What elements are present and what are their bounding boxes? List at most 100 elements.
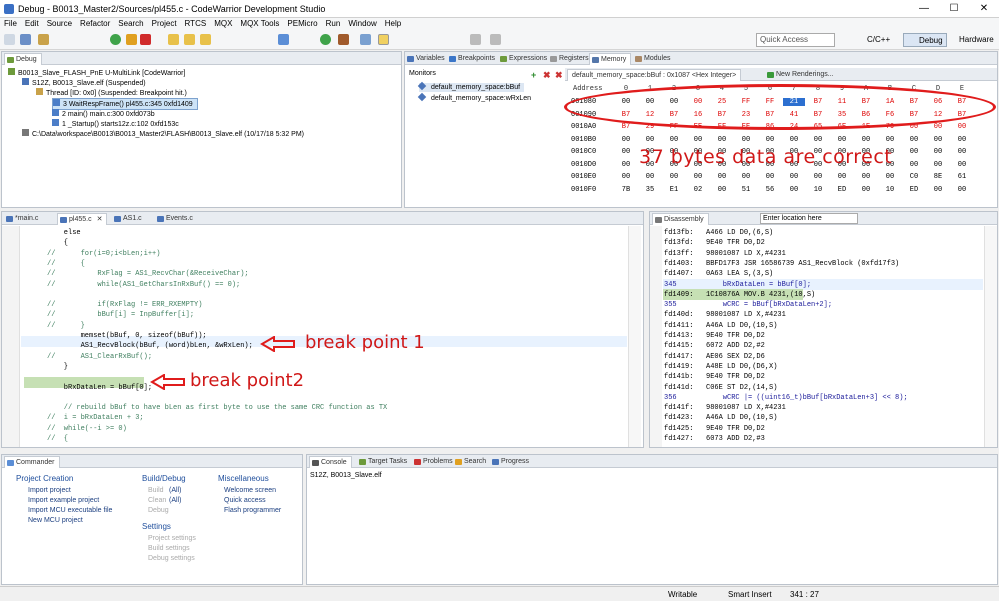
location-input[interactable]: Enter location here — [760, 213, 858, 224]
tab-main-c[interactable]: *main.c — [4, 213, 42, 225]
code-line[interactable]: // if(RxFlag != ERR_RXEMPTY) — [47, 300, 202, 310]
build-icon[interactable] — [38, 34, 49, 45]
tab-variables[interactable]: Variables — [405, 53, 449, 65]
tab-registers[interactable]: Registers — [548, 53, 593, 65]
memory-cell[interactable]: 00 — [927, 148, 949, 156]
memory-cell[interactable]: 51 — [735, 186, 757, 194]
memory-cell[interactable]: B7 — [615, 123, 637, 131]
memory-cell[interactable]: 00 — [639, 136, 661, 144]
code-line[interactable]: } — [47, 362, 68, 372]
tab-expressions[interactable]: Expressions — [498, 53, 551, 65]
disassembly-line[interactable]: fd141d: C06E ST D2,(14,S) — [664, 383, 777, 393]
disassembly-line[interactable]: fd1417: AE06 SEX D2,D6 — [664, 352, 765, 362]
menu-source[interactable]: Source — [43, 18, 76, 30]
memory-cell[interactable]: 00 — [927, 186, 949, 194]
clean-all-link[interactable]: (All) — [169, 497, 181, 504]
menu-help[interactable]: Help — [381, 18, 405, 30]
tab-target-tasks[interactable]: Target Tasks — [357, 456, 411, 468]
tab-modules[interactable]: Modules — [633, 53, 674, 65]
memory-cell[interactable]: 00 — [951, 136, 973, 144]
remove-all-icon[interactable]: ✖ — [555, 70, 563, 81]
memory-cell[interactable]: 00 — [687, 173, 709, 181]
disassembly-line[interactable]: fd141f: 98001087 LD X,#4231 — [664, 403, 786, 413]
close-button[interactable]: ✕ — [969, 0, 999, 18]
disassembly-line[interactable]: fd141b: 9E40 TFR D0,D2 — [664, 372, 765, 382]
disassembly-line[interactable]: fd1415: 6072 ADD D2,#2 — [664, 341, 765, 351]
code-line[interactable]: // { — [47, 434, 68, 444]
tab-problems[interactable]: Problems — [412, 456, 457, 468]
code-line[interactable]: // RxFlag = AS1_RecvChar(&ReceiveChar); — [47, 269, 249, 279]
debug-icon[interactable] — [278, 34, 289, 45]
disassembly-line[interactable]: fd1411: A46A LD D0,(10,S) — [664, 321, 777, 331]
step-return-icon[interactable] — [200, 34, 211, 45]
flash-programmer-link[interactable]: Flash programmer — [224, 507, 281, 514]
tab-search[interactable]: Search — [453, 456, 490, 468]
import-mcu-executable-link[interactable]: Import MCU executable file — [28, 507, 112, 514]
disassembly-line[interactable]: fd1409: 1C10876A MOV.B 4231,(10,S) — [664, 290, 815, 300]
memory-cell[interactable]: 00 — [951, 186, 973, 194]
memory-cell[interactable]: 00 — [855, 136, 877, 144]
memory-cell[interactable]: 10 — [807, 186, 829, 194]
tab-pl455-c[interactable]: pl455.c ✕ — [57, 213, 108, 225]
build-link[interactable]: Build — [148, 487, 164, 494]
import-project-link[interactable]: Import project — [28, 487, 71, 494]
memory-cell[interactable]: 35 — [639, 186, 661, 194]
debug-tree-item[interactable]: Thread [ID: 0x0] (Suspended: Breakpoint … — [36, 88, 187, 98]
memory-cell[interactable]: 00 — [711, 186, 733, 194]
memory-cell[interactable]: 00 — [927, 161, 949, 169]
memory-cell[interactable]: 10 — [879, 186, 901, 194]
memory-cell[interactable]: 02 — [687, 186, 709, 194]
memory-cell[interactable]: 00 — [711, 173, 733, 181]
add-monitor-icon[interactable]: + — [531, 70, 536, 80]
menu-mqx[interactable]: MQX — [210, 18, 236, 30]
memory-cell[interactable]: 00 — [879, 136, 901, 144]
back-icon[interactable] — [470, 34, 481, 45]
memory-cell[interactable]: 00 — [615, 161, 637, 169]
debug-tree-item[interactable]: 1 _Startup() starts12z.c:102 0xfd153c — [52, 119, 179, 129]
debug-tree-item[interactable]: S12Z, B0013_Slave.elf (Suspended) — [22, 78, 146, 88]
project-settings-link[interactable]: Project settings — [148, 535, 196, 542]
menu-search[interactable]: Search — [114, 18, 147, 30]
menu-pemicro[interactable]: PEMicro — [283, 18, 321, 30]
menu-edit[interactable]: Edit — [21, 18, 43, 30]
monitor-item[interactable]: default_memory_space:wRxLen — [417, 92, 531, 103]
debug-settings-link[interactable]: Debug settings — [148, 555, 195, 562]
menu-file[interactable]: File — [0, 18, 21, 30]
memory-cell[interactable]: 00 — [783, 186, 805, 194]
code-line[interactable]: memset(bBuf, 0, sizeof(bBuf)); — [47, 331, 207, 341]
memory-cell[interactable]: E1 — [663, 186, 685, 194]
tab-console[interactable]: Console — [309, 456, 352, 468]
search-icon[interactable] — [360, 34, 371, 45]
memory-cell[interactable]: 00 — [759, 173, 781, 181]
menu-project[interactable]: Project — [148, 18, 181, 30]
memory-cell[interactable]: 00 — [951, 148, 973, 156]
code-line[interactable]: // while(--i >= 0) — [47, 424, 127, 434]
menu-run[interactable]: Run — [322, 18, 345, 30]
disassembly-line[interactable]: 356 wCRC |= ((uint16_t)bBuf[bRxDataLen+3… — [664, 393, 908, 403]
memory-cell[interactable]: 00 — [807, 136, 829, 144]
monitor-item[interactable]: default_memory_space:bBuf — [417, 81, 525, 92]
memory-cell[interactable]: 00 — [639, 173, 661, 181]
memory-cell[interactable]: 00 — [807, 173, 829, 181]
memory-cell[interactable]: 56 — [759, 186, 781, 194]
memory-cell[interactable]: 00 — [735, 173, 757, 181]
memory-cell[interactable]: 00 — [615, 136, 637, 144]
memory-cell[interactable]: 00 — [951, 161, 973, 169]
menu-mqx-tools[interactable]: MQX Tools — [236, 18, 283, 30]
code-line[interactable]: // } — [47, 321, 85, 331]
toggle-breakpoint-icon[interactable] — [378, 34, 389, 45]
minimize-button[interactable]: — — [909, 0, 939, 18]
perspective-debug[interactable]: Debug — [903, 33, 947, 47]
disassembly-line[interactable]: 345 bRxDataLen = bBuf[0]; — [664, 280, 811, 290]
disassembly-scrollbar[interactable] — [984, 226, 997, 447]
memory-cell[interactable]: 00 — [879, 173, 901, 181]
memory-cell[interactable]: 00 — [783, 136, 805, 144]
disassembly-line[interactable]: fd13ff: 98001087 LD X,#4231 — [664, 249, 786, 259]
forward-icon[interactable] — [490, 34, 501, 45]
debug-tree-item[interactable]: 2 main() main.c:300 0xfd073b — [52, 109, 155, 119]
menu-refactor[interactable]: Refactor — [76, 18, 114, 30]
code-line[interactable]: else — [47, 228, 81, 238]
memory-cell[interactable]: ED — [903, 186, 925, 194]
disassembly-line[interactable]: fd140d: 98001087 LD X,#4231 — [664, 310, 786, 320]
suspend-icon[interactable] — [126, 34, 137, 45]
